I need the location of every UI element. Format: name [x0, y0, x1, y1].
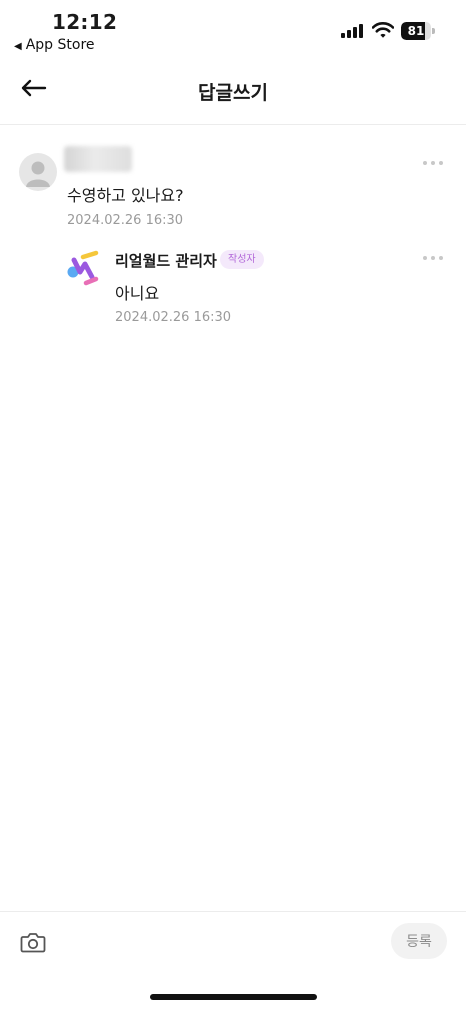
nav-header: 답글쓰기 [0, 58, 466, 125]
home-indicator [150, 994, 317, 1000]
reply-text: 아니요 [115, 284, 160, 303]
comment-date: 2024.02.26 16:30 [67, 213, 184, 228]
cellular-signal-icon [341, 24, 363, 38]
battery-cap [432, 28, 435, 34]
battery-body: 81 [401, 22, 431, 40]
battery-indicator: 81 [401, 22, 435, 40]
back-to-app-link[interactable]: ◀ App Store [14, 37, 95, 53]
back-triangle-icon: ◀ [14, 41, 22, 52]
commenter-avatar[interactable] [19, 153, 57, 191]
reply-more-icon[interactable] [421, 254, 445, 262]
reply-input-bar: 등록 [0, 911, 466, 1010]
reply-author-name: 리얼월드 관리자 [115, 252, 217, 270]
commenter-name-blurred [64, 146, 132, 172]
default-user-icon [26, 161, 50, 187]
camera-icon[interactable] [20, 930, 46, 954]
comment-text: 수영하고 있나요? [67, 186, 184, 205]
page-title: 답글쓰기 [198, 82, 268, 104]
battery-level: 81 [407, 24, 425, 38]
submit-button[interactable]: 등록 [391, 923, 447, 959]
wifi-icon [372, 22, 394, 38]
back-to-app-label: App Store [25, 37, 95, 53]
status-time: 12:12 [52, 10, 118, 34]
reply-date: 2024.02.26 16:30 [115, 310, 232, 325]
brand-logo-icon[interactable] [65, 250, 103, 286]
status-bar: 12:12 ◀ App Store 81 [0, 0, 466, 58]
author-badge: 작성자 [220, 250, 264, 269]
comment-more-icon[interactable] [421, 159, 445, 167]
